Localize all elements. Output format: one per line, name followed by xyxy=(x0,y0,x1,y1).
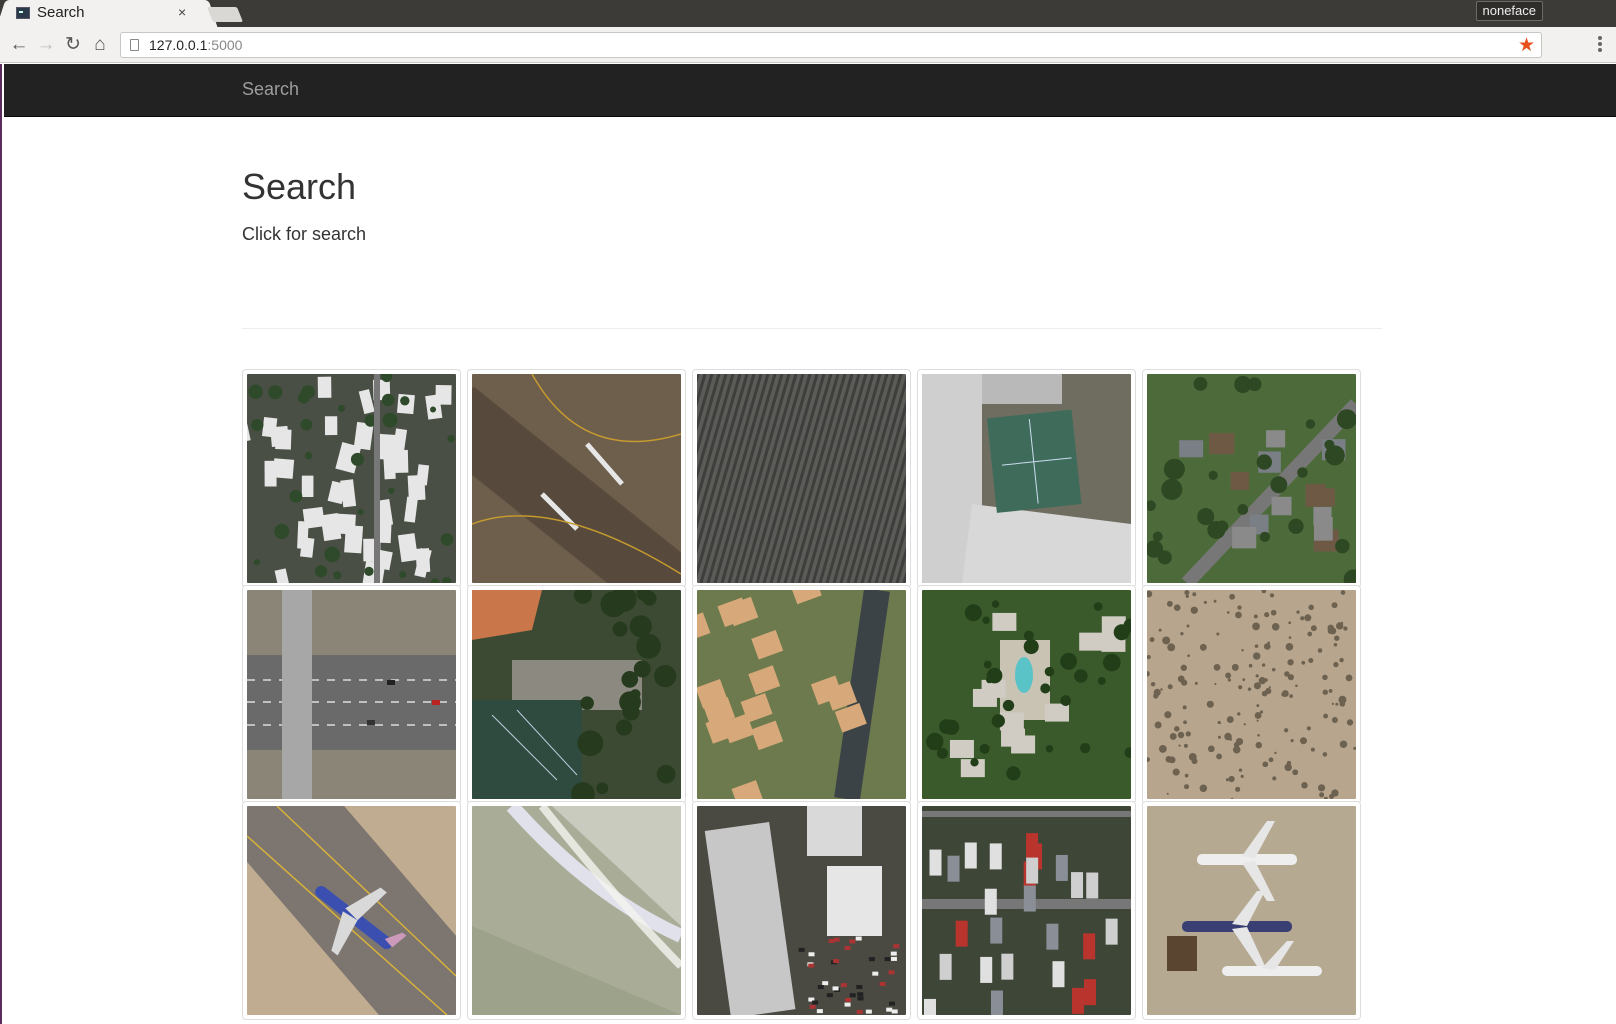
address-bar[interactable]: 127.0.0.1:5000 ★ xyxy=(120,32,1542,58)
thumbnail-beach-surf[interactable] xyxy=(467,801,686,1020)
aerial-image xyxy=(922,590,1131,799)
thumbnail-tennis-court-trees[interactable] xyxy=(467,585,686,804)
aerial-image xyxy=(1147,590,1356,799)
page-header: Search Click for search xyxy=(242,166,1382,329)
aerial-image xyxy=(247,806,456,1015)
url-port: :5000 xyxy=(207,37,243,53)
page-icon xyxy=(130,39,139,51)
thumbnail-airplane-runway[interactable] xyxy=(242,801,461,1020)
forward-arrow-icon[interactable]: → xyxy=(34,33,58,57)
thumbnail-chaparral-rows[interactable] xyxy=(692,369,911,588)
page-title: Search xyxy=(242,166,357,207)
tab-title: Search xyxy=(37,4,85,21)
browser-menu-icon[interactable] xyxy=(1598,36,1602,54)
thumbnail-freeway-overpass[interactable] xyxy=(242,585,461,804)
profile-badge[interactable]: noneface xyxy=(1475,1,1543,21)
aerial-image xyxy=(922,374,1131,583)
page-viewport: Search Search Click for search xyxy=(0,64,1616,1024)
back-arrow-icon[interactable]: ← xyxy=(7,33,31,57)
home-icon[interactable]: ⌂ xyxy=(88,33,112,57)
aerial-image xyxy=(472,806,681,1015)
thumbnail-airplanes-parked[interactable] xyxy=(1142,801,1361,1020)
thumbnail-mobile-home-park[interactable] xyxy=(242,369,461,588)
url-text: 127.0.0.1:5000 xyxy=(149,37,242,53)
thumbnail-runway[interactable] xyxy=(467,369,686,588)
aerial-image xyxy=(697,806,906,1015)
aerial-image xyxy=(697,374,906,583)
reload-icon[interactable]: ↻ xyxy=(61,33,85,57)
navbar: Search xyxy=(4,64,1616,117)
thumbnail-storage-tanks-buildings[interactable] xyxy=(692,801,911,1020)
new-tab-button[interactable] xyxy=(206,7,244,22)
thumbnail-desert-scrub[interactable] xyxy=(1142,585,1361,804)
aerial-image xyxy=(922,806,1131,1015)
aerial-image xyxy=(472,374,681,583)
aerial-image xyxy=(697,590,906,799)
browser-toolbar: ← → ↻ ⌂ 127.0.0.1:5000 ★ xyxy=(0,27,1616,63)
page-subtitle: Click for search xyxy=(242,224,367,244)
terminal-favicon-icon xyxy=(16,7,30,19)
thumbnail-dense-residential[interactable] xyxy=(692,585,911,804)
bookmark-star-icon[interactable]: ★ xyxy=(1518,34,1535,57)
thumbnail-mobile-home-park-2[interactable] xyxy=(917,801,1136,1020)
aerial-image xyxy=(1147,374,1356,583)
aerial-image xyxy=(472,590,681,799)
aerial-image xyxy=(1147,806,1356,1015)
navbar-brand-link[interactable]: Search xyxy=(242,79,299,100)
browser-titlebar: Search × noneface xyxy=(0,0,1616,27)
close-tab-icon[interactable]: × xyxy=(178,4,186,20)
thumbnail-apartment-pool[interactable] xyxy=(917,585,1136,804)
url-host: 127.0.0.1 xyxy=(149,37,208,53)
thumbnail-suburban-houses[interactable] xyxy=(1142,369,1361,588)
aerial-image xyxy=(247,374,456,583)
aerial-image xyxy=(247,590,456,799)
thumbnail-tennis-court[interactable] xyxy=(917,369,1136,588)
